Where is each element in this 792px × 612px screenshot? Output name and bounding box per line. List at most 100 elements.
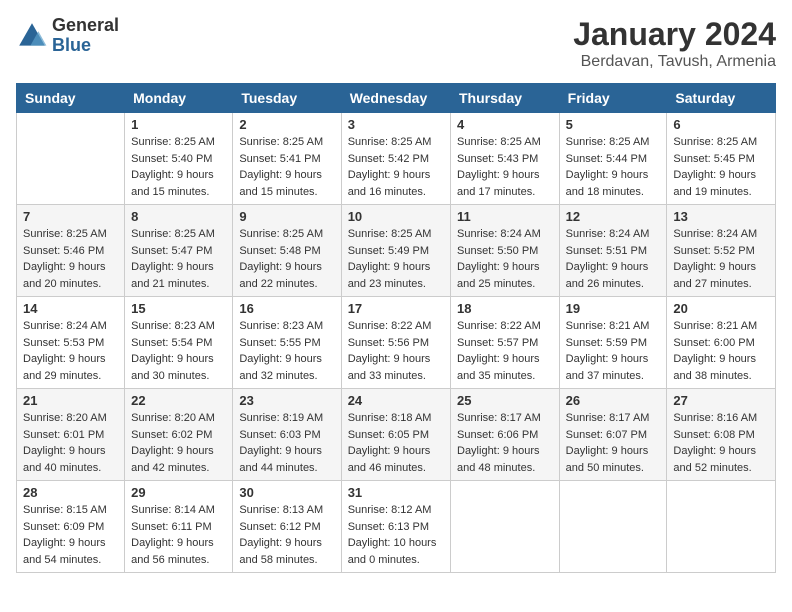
location-subtitle: Berdavan, Tavush, Armenia (573, 53, 776, 71)
logo-icon (16, 20, 48, 52)
day-number: 25 (457, 393, 553, 408)
day-number: 21 (23, 393, 118, 408)
day-info: Sunrise: 8:13 AM Sunset: 6:12 PM Dayligh… (239, 502, 334, 568)
calendar-cell: 15 Sunrise: 8:23 AM Sunset: 5:54 PM Dayli… (125, 297, 233, 389)
calendar-cell: 6Sunrise: 8:25 AM Sunset: 5:45 PM Daylig… (667, 113, 776, 205)
calendar-week-row: 28 Sunrise: 8:15 AM Sunset: 6:09 PM Dayli… (17, 481, 776, 573)
day-number: 2 (239, 117, 334, 132)
day-info: Sunrise: 8:25 AM Sunset: 5:44 PM Dayligh… (566, 134, 661, 200)
day-info: Sunrise: 8:25 AM Sunset: 5:41 PM Dayligh… (239, 134, 334, 200)
day-number: 9 (239, 209, 334, 224)
calendar-cell: 24 Sunrise: 8:18 AM Sunset: 6:05 PM Dayli… (341, 389, 450, 481)
day-info: Sunrise: 8:24 AM Sunset: 5:53 PM Dayligh… (23, 318, 118, 384)
calendar-cell (17, 113, 125, 205)
calendar-cell: 30 Sunrise: 8:13 AM Sunset: 6:12 PM Dayli… (233, 481, 341, 573)
day-number: 5 (566, 117, 661, 132)
day-info: Sunrise: 8:20 AM Sunset: 6:01 PM Dayligh… (23, 410, 118, 476)
day-info: Sunrise: 8:25 AM Sunset: 5:42 PM Dayligh… (348, 134, 444, 200)
day-info: Sunrise: 8:21 AM Sunset: 6:00 PM Dayligh… (673, 318, 769, 384)
calendar-cell: 3 Sunrise: 8:25 AM Sunset: 5:42 PM Daylig… (341, 113, 450, 205)
calendar-table: SundayMondayTuesdayWednesdayThursdayFrid… (16, 83, 776, 573)
day-number: 8 (131, 209, 226, 224)
day-number: 7 (23, 209, 118, 224)
day-info: Sunrise: 8:20 AM Sunset: 6:02 PM Dayligh… (131, 410, 226, 476)
calendar-cell: 7Sunrise: 8:25 AM Sunset: 5:46 PM Daylig… (17, 205, 125, 297)
day-number: 15 (131, 301, 226, 316)
col-header-friday: Friday (559, 84, 667, 113)
calendar-cell: 12Sunrise: 8:24 AM Sunset: 5:51 PM Dayli… (559, 205, 667, 297)
title-block: January 2024 Berdavan, Tavush, Armenia (573, 16, 776, 71)
calendar-cell: 28 Sunrise: 8:15 AM Sunset: 6:09 PM Dayli… (17, 481, 125, 573)
calendar-week-row: 14 Sunrise: 8:24 AM Sunset: 5:53 PM Dayli… (17, 297, 776, 389)
calendar-cell: 17Sunrise: 8:22 AM Sunset: 5:56 PM Dayli… (341, 297, 450, 389)
day-info: Sunrise: 8:25 AM Sunset: 5:43 PM Dayligh… (457, 134, 553, 200)
calendar-cell: 8 Sunrise: 8:25 AM Sunset: 5:47 PM Daylig… (125, 205, 233, 297)
calendar-cell: 16 Sunrise: 8:23 AM Sunset: 5:55 PM Dayli… (233, 297, 341, 389)
calendar-cell: 27 Sunrise: 8:16 AM Sunset: 6:08 PM Dayli… (667, 389, 776, 481)
day-info: Sunrise: 8:15 AM Sunset: 6:09 PM Dayligh… (23, 502, 118, 568)
calendar-cell (667, 481, 776, 573)
calendar-week-row: 7Sunrise: 8:25 AM Sunset: 5:46 PM Daylig… (17, 205, 776, 297)
day-number: 26 (566, 393, 661, 408)
day-number: 28 (23, 485, 118, 500)
calendar-cell: 23Sunrise: 8:19 AM Sunset: 6:03 PM Dayli… (233, 389, 341, 481)
day-number: 17 (348, 301, 444, 316)
day-number: 14 (23, 301, 118, 316)
calendar-cell: 26Sunrise: 8:17 AM Sunset: 6:07 PM Dayli… (559, 389, 667, 481)
calendar-cell: 11Sunrise: 8:24 AM Sunset: 5:50 PM Dayli… (451, 205, 560, 297)
calendar-cell: 22Sunrise: 8:20 AM Sunset: 6:02 PM Dayli… (125, 389, 233, 481)
logo: General Blue (16, 16, 119, 56)
calendar-week-row: 1Sunrise: 8:25 AM Sunset: 5:40 PM Daylig… (17, 113, 776, 205)
day-number: 4 (457, 117, 553, 132)
day-number: 24 (348, 393, 444, 408)
calendar-header-row: SundayMondayTuesdayWednesdayThursdayFrid… (17, 84, 776, 113)
day-number: 10 (348, 209, 444, 224)
calendar-week-row: 21 Sunrise: 8:20 AM Sunset: 6:01 PM Dayli… (17, 389, 776, 481)
day-number: 16 (239, 301, 334, 316)
day-number: 3 (348, 117, 444, 132)
calendar-cell: 14 Sunrise: 8:24 AM Sunset: 5:53 PM Dayli… (17, 297, 125, 389)
col-header-tuesday: Tuesday (233, 84, 341, 113)
day-number: 23 (239, 393, 334, 408)
day-info: Sunrise: 8:16 AM Sunset: 6:08 PM Dayligh… (673, 410, 769, 476)
day-info: Sunrise: 8:24 AM Sunset: 5:52 PM Dayligh… (673, 226, 769, 292)
calendar-cell: 1Sunrise: 8:25 AM Sunset: 5:40 PM Daylig… (125, 113, 233, 205)
day-info: Sunrise: 8:23 AM Sunset: 5:54 PM Dayligh… (131, 318, 226, 384)
calendar-cell: 9 Sunrise: 8:25 AM Sunset: 5:48 PM Daylig… (233, 205, 341, 297)
calendar-cell: 2 Sunrise: 8:25 AM Sunset: 5:41 PM Daylig… (233, 113, 341, 205)
day-number: 19 (566, 301, 661, 316)
day-number: 13 (673, 209, 769, 224)
calendar-cell: 20Sunrise: 8:21 AM Sunset: 6:00 PM Dayli… (667, 297, 776, 389)
day-number: 27 (673, 393, 769, 408)
calendar-cell: 18Sunrise: 8:22 AM Sunset: 5:57 PM Dayli… (451, 297, 560, 389)
calendar-cell: 25 Sunrise: 8:17 AM Sunset: 6:06 PM Dayli… (451, 389, 560, 481)
day-info: Sunrise: 8:25 AM Sunset: 5:40 PM Dayligh… (131, 134, 226, 200)
calendar-cell: 31 Sunrise: 8:12 AM Sunset: 6:13 PM Dayli… (341, 481, 450, 573)
day-info: Sunrise: 8:23 AM Sunset: 5:55 PM Dayligh… (239, 318, 334, 384)
day-info: Sunrise: 8:22 AM Sunset: 5:57 PM Dayligh… (457, 318, 553, 384)
day-number: 12 (566, 209, 661, 224)
col-header-wednesday: Wednesday (341, 84, 450, 113)
day-info: Sunrise: 8:17 AM Sunset: 6:06 PM Dayligh… (457, 410, 553, 476)
calendar-cell: 21 Sunrise: 8:20 AM Sunset: 6:01 PM Dayli… (17, 389, 125, 481)
day-info: Sunrise: 8:25 AM Sunset: 5:48 PM Dayligh… (239, 226, 334, 292)
day-info: Sunrise: 8:25 AM Sunset: 5:49 PM Dayligh… (348, 226, 444, 292)
day-number: 11 (457, 209, 553, 224)
logo-text: General Blue (52, 16, 119, 56)
col-header-thursday: Thursday (451, 84, 560, 113)
day-info: Sunrise: 8:18 AM Sunset: 6:05 PM Dayligh… (348, 410, 444, 476)
calendar-cell: 4 Sunrise: 8:25 AM Sunset: 5:43 PM Daylig… (451, 113, 560, 205)
day-info: Sunrise: 8:12 AM Sunset: 6:13 PM Dayligh… (348, 502, 444, 568)
day-info: Sunrise: 8:14 AM Sunset: 6:11 PM Dayligh… (131, 502, 226, 568)
day-number: 31 (348, 485, 444, 500)
day-info: Sunrise: 8:25 AM Sunset: 5:47 PM Dayligh… (131, 226, 226, 292)
calendar-cell (559, 481, 667, 573)
day-number: 6 (673, 117, 769, 132)
month-year-title: January 2024 (573, 16, 776, 53)
page-header: General Blue January 2024 Berdavan, Tavu… (16, 16, 776, 71)
calendar-cell: 10 Sunrise: 8:25 AM Sunset: 5:49 PM Dayli… (341, 205, 450, 297)
day-number: 30 (239, 485, 334, 500)
logo-general: General (52, 16, 119, 36)
logo-blue: Blue (52, 36, 119, 56)
day-info: Sunrise: 8:21 AM Sunset: 5:59 PM Dayligh… (566, 318, 661, 384)
